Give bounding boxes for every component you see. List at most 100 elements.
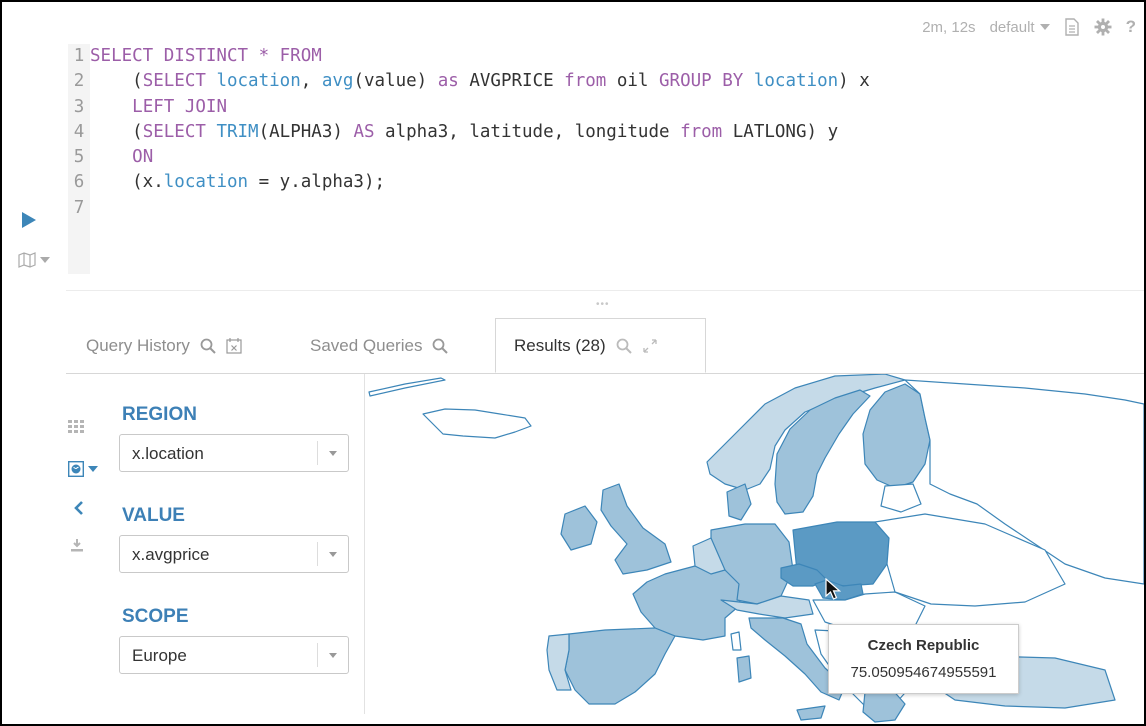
greenland-fragment[interactable] [368,377,446,397]
expand-icon[interactable] [642,338,658,354]
code-token: AS [353,121,375,142]
tab-label: Results (28) [514,335,606,355]
region-select[interactable]: x.location [119,434,349,472]
app-frame: 2m, 12s default ? 1 SELECT DISTINCT * FRO… [0,0,1146,726]
line-number: 2 [73,71,85,92]
calendar-clear-icon[interactable] [226,337,242,354]
globe-icon [68,461,84,477]
editor-toolbar: 2m, 12s default ? [922,16,1144,38]
grid-icon[interactable] [68,420,84,434]
search-icon[interactable] [616,338,632,354]
code-token: SELECT [142,71,206,92]
code-token: SELECT DISTINCT * FROM [90,46,322,66]
code-token: location [216,71,301,92]
gear-icon[interactable] [1094,18,1112,36]
sicily-island[interactable] [796,705,826,721]
value-label: VALUE [122,505,185,526]
code-token: avg [321,71,354,92]
value-value: x.avgprice [132,545,210,564]
database-selector[interactable]: default [990,19,1050,36]
code-token: GROUP BY [659,71,744,92]
scope-select[interactable]: Europe [119,636,349,674]
code-token: LEFT JOIN [132,96,227,117]
chevron-down-icon [1039,24,1050,30]
line-number: 1 [73,46,85,66]
spain-country[interactable] [564,627,676,705]
run-query-icon[interactable] [22,212,36,228]
code-token: (value) [353,71,438,92]
tab-saved-queries[interactable]: Saved Queries [310,318,449,373]
line-number: 7 [73,197,85,218]
results-tabs: Query History Saved Queries Results (28) [66,318,1144,374]
tab-results[interactable]: Results (28) [495,318,706,373]
code-line: 5 ON [68,147,154,168]
corsica-island[interactable] [730,631,742,651]
code-token: alpha3, latitude, longitude [374,121,681,142]
document-icon[interactable] [1064,18,1080,36]
code-token: LATLONG) y [722,121,839,142]
chart-type-dropdown[interactable] [68,461,98,477]
tab-query-history[interactable]: Query History [86,318,242,373]
code-line: 4 (SELECT TRIM(ALPHA3) AS alpha3, latitu… [68,122,838,142]
europe-choropleth-map[interactable] [365,373,1144,724]
search-icon[interactable] [200,338,216,354]
estonia-latvia[interactable] [880,483,922,513]
code-token: as [437,71,459,92]
line-number: 5 [73,147,85,168]
chevron-down-icon [317,643,348,667]
code-line: 6 (x.location = y.alpha3); [68,172,385,192]
chevron-down-icon [40,257,50,263]
resize-handle[interactable]: ••• [596,299,610,310]
chevron-down-icon [317,542,348,566]
execution-time: 2m, 12s [922,18,976,36]
united-kingdom-country[interactable] [600,483,672,575]
code-line: 1 SELECT DISTINCT * FROM [68,46,322,66]
value-select[interactable]: x.avgprice [119,535,349,573]
line-number: 4 [73,121,85,142]
map-icon [18,252,36,268]
code-token: ( [90,121,143,142]
line-number: 3 [73,96,85,117]
code-token: SELECT [142,121,206,142]
sql-editor[interactable]: 1 SELECT DISTINCT * FROM 2 (SELECT locati… [68,44,1138,276]
code-token: ( [90,71,143,92]
editor-divider [66,290,1144,291]
tab-label: Query History [86,335,190,355]
database-name: default [989,18,1035,36]
code-token: AVGPRICE [458,71,565,92]
code-token: location [753,71,839,92]
region-value: x.location [132,444,204,463]
map-tooltip: Czech Republic 75.050954674955591 [828,624,1019,694]
chart-type-menu[interactable] [18,252,50,268]
download-icon[interactable] [70,538,84,552]
code-token: oil [606,71,660,92]
scope-value: Europe [132,646,187,665]
code-token: , [300,71,322,92]
code-token: from [680,121,723,142]
scope-label: SCOPE [122,606,189,627]
chevron-down-icon [317,441,348,465]
tab-label: Saved Queries [310,335,423,355]
sardinia-island[interactable] [736,655,752,683]
code-token: from [564,71,607,92]
sql-code[interactable]: 1 SELECT DISTINCT * FROM 2 (SELECT locati… [68,44,870,221]
collapse-icon[interactable] [74,500,84,516]
finland-country[interactable] [862,383,931,489]
region-label: REGION [122,404,197,425]
code-token: TRIM [216,121,259,142]
iceland-country[interactable] [422,408,532,439]
ireland-country[interactable] [560,505,598,551]
code-token: (ALPHA3) [258,121,354,142]
tooltip-title: Czech Republic [867,637,980,654]
code-token: = y.alpha3); [248,172,386,193]
tooltip-value: 75.050954674955591 [850,664,997,681]
search-icon[interactable] [432,338,449,354]
code-token: location [163,172,249,193]
line-number: 6 [73,172,85,193]
help-icon[interactable]: ? [1126,17,1136,37]
chevron-down-icon [88,466,98,472]
mouse-cursor-icon [825,577,842,607]
